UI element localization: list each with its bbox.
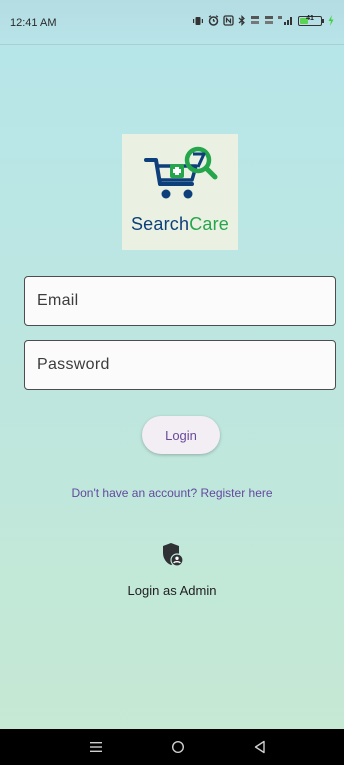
- admin-login[interactable]: Login as Admin: [0, 542, 344, 598]
- battery-icon: 41: [298, 14, 324, 26]
- login-button[interactable]: Login: [142, 416, 220, 454]
- recent-apps-button[interactable]: [72, 729, 120, 765]
- nfc-icon: [223, 15, 234, 26]
- menu-icon: [90, 742, 102, 752]
- shield-account-icon[interactable]: [161, 542, 183, 568]
- status-icons: 41: [192, 15, 334, 26]
- home-button[interactable]: [154, 729, 202, 765]
- back-button[interactable]: [236, 729, 284, 765]
- status-bar: 12:41 AM 41: [0, 0, 344, 45]
- login-screen: 12:41 AM 41 SearchCare Email Login Don't…: [0, 0, 344, 765]
- admin-login-label[interactable]: Login as Admin: [0, 583, 344, 598]
- alarm-icon: [208, 15, 219, 26]
- password-field[interactable]: [25, 341, 335, 389]
- charging-icon: [328, 15, 334, 26]
- email-field-container: [24, 276, 336, 326]
- email-field[interactable]: [25, 277, 335, 325]
- password-field-container: [24, 340, 336, 390]
- cart-search-icon: [144, 146, 218, 199]
- bluetooth-icon: [238, 15, 245, 26]
- battery-level: 41: [306, 14, 314, 22]
- home-icon: [171, 740, 185, 754]
- navigation-bar: [0, 729, 344, 765]
- register-link[interactable]: Don't have an account? Register here: [0, 486, 344, 500]
- status-time: 12:41 AM: [10, 17, 57, 29]
- logo-text-care: Care: [189, 214, 230, 234]
- app-logo: SearchCare: [122, 134, 238, 250]
- logo-text-search: Search: [130, 214, 190, 234]
- back-icon: [254, 740, 265, 754]
- vibrate-icon: [193, 16, 203, 25]
- data-speed-icon: [251, 16, 259, 24]
- volte-icon: [265, 16, 273, 24]
- signal-icon: [278, 16, 292, 25]
- logo-wordmark: SearchCare: [122, 214, 238, 235]
